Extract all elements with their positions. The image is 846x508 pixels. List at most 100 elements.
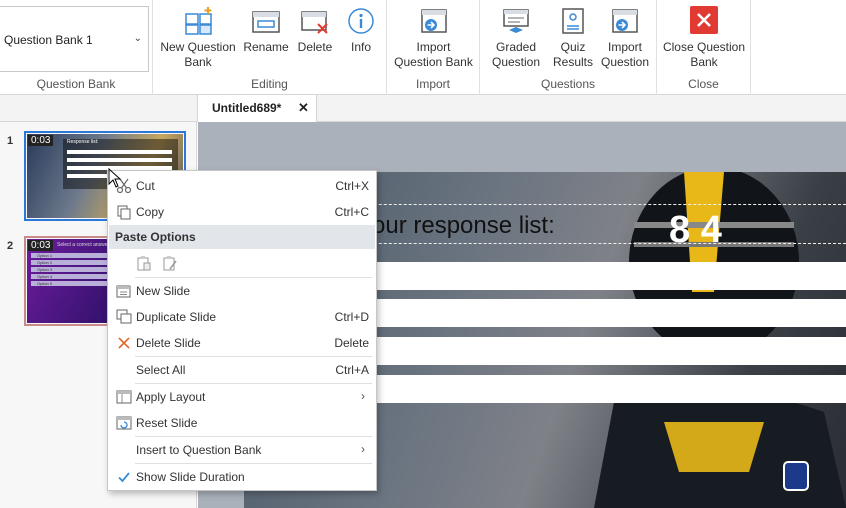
thumb-2-option: Option 4 bbox=[31, 274, 107, 279]
thumb-1-caption: Response list: bbox=[67, 139, 99, 145]
info-button[interactable]: Info bbox=[341, 6, 381, 55]
paste-options-header: Paste Options bbox=[109, 225, 375, 249]
import-question-icon bbox=[612, 9, 638, 33]
menu-item-label: New Slide bbox=[136, 284, 191, 298]
new-slide-icon bbox=[116, 285, 131, 298]
quiz-results-icon bbox=[562, 8, 584, 34]
thumb-2-option: Option 2 bbox=[31, 260, 107, 265]
ribbon: Question Bank 1 ⌄ Question Bank New Ques… bbox=[0, 0, 846, 95]
checkmark-icon bbox=[118, 472, 130, 483]
document-tab-bar: Untitled689* ✕ bbox=[0, 95, 846, 122]
menu-item-label: Copy bbox=[136, 205, 165, 219]
delete-x-icon bbox=[118, 337, 130, 349]
close-icon bbox=[690, 6, 718, 34]
menu-item-label: Cut bbox=[136, 179, 155, 193]
menu-item-label: Delete Slide bbox=[136, 336, 201, 350]
rename-button[interactable]: Rename bbox=[243, 6, 289, 55]
menu-item-insert-to-question-bank[interactable]: Insert to Question Bank › bbox=[109, 437, 375, 462]
menu-item-label: Show Slide Duration bbox=[136, 470, 245, 484]
menu-item-label: Apply Layout bbox=[136, 390, 206, 404]
menu-item-shortcut: Ctrl+X bbox=[335, 179, 369, 193]
submenu-arrow-icon: › bbox=[361, 389, 365, 403]
group-label-editing: Editing bbox=[251, 77, 288, 91]
graded-question-label: Graded Question bbox=[491, 40, 541, 69]
import-group: Import Question Bank Import bbox=[387, 0, 480, 95]
close-question-bank-label: Close Question Bank bbox=[662, 40, 746, 69]
menu-item-shortcut: Ctrl+C bbox=[334, 205, 369, 219]
delete-icon bbox=[301, 11, 328, 34]
slide-duration-badge: 0:03 bbox=[28, 240, 54, 251]
group-label-close: Close bbox=[688, 77, 719, 91]
import-question-label: Import Question bbox=[600, 40, 650, 69]
thumb-2-option: Option 1 bbox=[31, 253, 107, 258]
rename-label: Rename bbox=[243, 40, 289, 54]
menu-item-new-slide[interactable]: New Slide bbox=[109, 278, 375, 303]
import-question-button[interactable]: Import Question bbox=[598, 6, 652, 70]
menu-item-shortcut: Ctrl+A bbox=[335, 363, 369, 377]
thumb-1-line bbox=[67, 150, 172, 154]
slide-title[interactable]: our response list: bbox=[372, 212, 555, 240]
thumb-2-options: Option 1 Option 2 Option 3 Option 4 Opti… bbox=[31, 253, 107, 288]
question-bank-select-value: Question Bank 1 bbox=[4, 33, 93, 47]
context-menu: Cut Ctrl+X Copy Ctrl+C Paste Options New… bbox=[107, 170, 377, 491]
delete-label: Delete bbox=[297, 40, 333, 54]
graded-question-icon bbox=[503, 9, 529, 33]
menu-item-apply-layout[interactable]: Apply Layout › bbox=[109, 384, 375, 409]
paste-as-image-icon[interactable] bbox=[162, 255, 178, 271]
svg-text:8 4: 8 4 bbox=[669, 209, 722, 251]
paste-options-label: Paste Options bbox=[115, 230, 196, 244]
new-question-bank-label: New Question Bank bbox=[160, 40, 236, 69]
tab-title: Untitled689* bbox=[212, 101, 282, 115]
new-question-bank-icon bbox=[185, 7, 212, 35]
submenu-arrow-icon: › bbox=[361, 442, 365, 456]
graded-question-button[interactable]: Graded Question bbox=[486, 6, 546, 70]
menu-item-reset-slide[interactable]: Reset Slide bbox=[109, 410, 375, 435]
menu-item-label: Select All bbox=[136, 363, 186, 377]
menu-item-shortcut: Ctrl+D bbox=[334, 310, 369, 324]
import-question-bank-icon bbox=[420, 9, 447, 33]
duplicate-slide-icon bbox=[116, 309, 132, 324]
menu-item-cut[interactable]: Cut Ctrl+X bbox=[109, 173, 375, 198]
group-label-question-bank: Question Bank bbox=[36, 77, 116, 91]
menu-item-delete-slide[interactable]: Delete Slide Delete bbox=[109, 330, 375, 355]
layout-icon bbox=[116, 390, 132, 404]
mouse-cursor-icon bbox=[108, 168, 122, 188]
menu-item-label: Duplicate Slide bbox=[136, 310, 217, 324]
import-question-bank-button[interactable]: Import Question Bank bbox=[391, 6, 476, 70]
thumb-2-option: Option 5 bbox=[31, 281, 107, 286]
tab-close-icon[interactable]: ✕ bbox=[298, 100, 309, 116]
reset-slide-icon bbox=[116, 416, 132, 430]
thumb-2-option: Option 3 bbox=[31, 267, 107, 272]
menu-item-duplicate-slide[interactable]: Duplicate Slide Ctrl+D bbox=[109, 304, 375, 329]
slide-duration-badge: 0:03 bbox=[28, 135, 54, 146]
quiz-results-button[interactable]: Quiz Results bbox=[552, 6, 594, 70]
import-question-bank-label: Import Question Bank bbox=[394, 40, 473, 69]
slide-number-1: 1 bbox=[7, 135, 14, 147]
quiz-results-label: Quiz Results bbox=[552, 40, 593, 69]
question-bank-group: Question Bank 1 ⌄ Question Bank bbox=[0, 0, 153, 95]
copy-icon bbox=[117, 205, 131, 220]
slide-number-2: 2 bbox=[7, 240, 14, 252]
rename-icon bbox=[252, 11, 280, 33]
delete-button[interactable]: Delete bbox=[295, 6, 335, 55]
info-icon bbox=[348, 8, 374, 34]
menu-item-shortcut: Delete bbox=[334, 336, 369, 350]
group-label-questions: Questions bbox=[540, 77, 596, 91]
close-question-bank-button[interactable]: Close Question Bank bbox=[661, 6, 747, 70]
group-label-import: Import bbox=[415, 77, 450, 91]
paste-options-row bbox=[109, 251, 375, 276]
question-bank-select[interactable]: Question Bank 1 ⌄ bbox=[0, 6, 149, 72]
info-label: Info bbox=[350, 40, 371, 54]
menu-item-show-slide-duration[interactable]: Show Slide Duration bbox=[109, 464, 375, 489]
menu-item-copy[interactable]: Copy Ctrl+C bbox=[109, 199, 375, 224]
new-question-bank-button[interactable]: New Question Bank bbox=[157, 6, 239, 70]
tab-untitled689[interactable]: Untitled689* ✕ bbox=[197, 95, 317, 122]
close-group: Close Question Bank Close bbox=[657, 0, 751, 95]
questions-group: Graded Question Quiz Results Import Ques… bbox=[480, 0, 657, 95]
menu-item-label: Insert to Question Bank bbox=[136, 443, 262, 457]
menu-item-select-all[interactable]: Select All Ctrl+A bbox=[109, 357, 375, 382]
paste-keep-formatting-icon[interactable] bbox=[136, 255, 152, 271]
thumb-1-line bbox=[67, 158, 172, 162]
chevron-down-icon: ⌄ bbox=[133, 33, 142, 44]
editing-group: New Question Bank Rename Delete Info Edi… bbox=[153, 0, 387, 95]
